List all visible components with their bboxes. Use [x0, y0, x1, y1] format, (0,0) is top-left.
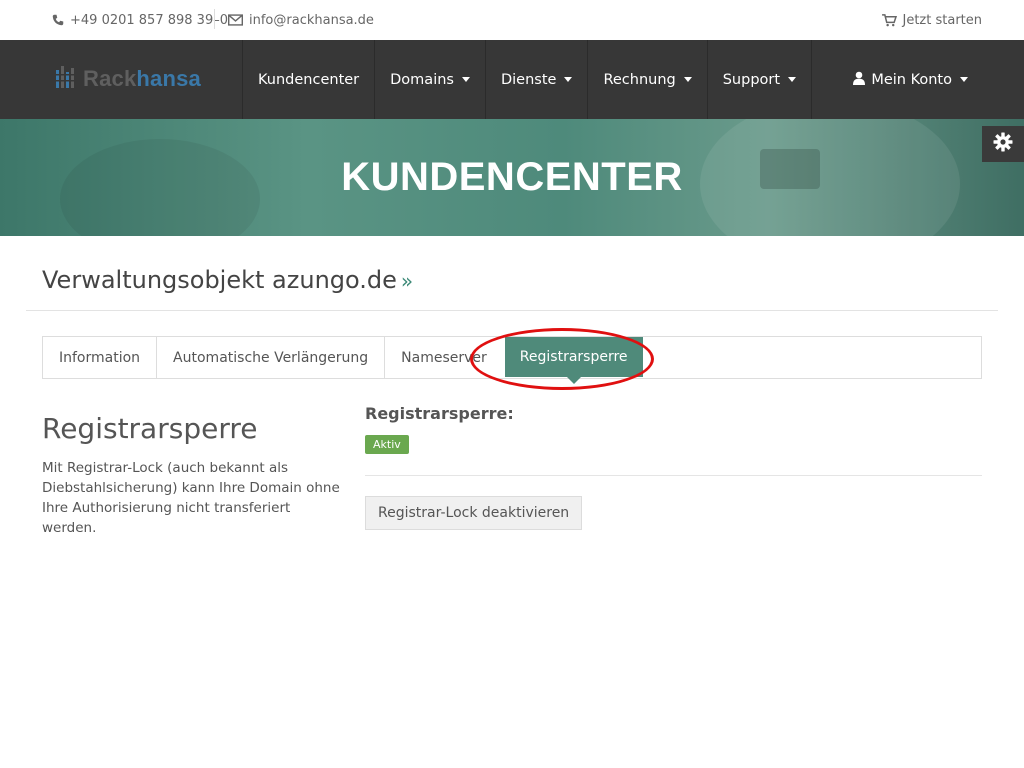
bars-logo-icon — [56, 66, 78, 92]
nav-menu: Kundencenter Domains Dienste Rechnung Su… — [242, 40, 813, 119]
status-label: Registrarsperre: — [365, 404, 514, 423]
divider — [214, 9, 215, 29]
caret-down-icon — [683, 77, 692, 82]
settings-toggle[interactable] — [982, 126, 1024, 162]
section-description: Mit Registrar-Lock (auch bekannt als Die… — [42, 460, 340, 536]
nav-item-dienste[interactable]: Dienste — [486, 40, 589, 119]
page-header-banner: KUNDENCENTER — [0, 119, 1024, 236]
gear-icon — [993, 132, 1013, 156]
deactivate-lock-button[interactable]: Registrar-Lock deaktivieren — [365, 496, 583, 530]
nav-item-kundencenter[interactable]: Kundencenter — [243, 40, 376, 119]
phone-contact[interactable]: +49 0201 857 898 39–0 — [52, 0, 228, 40]
email-contact[interactable]: info@rackhansa.de — [228, 0, 374, 40]
tab-information[interactable]: Information — [43, 337, 158, 378]
logo[interactable]: Rackhansa — [56, 66, 201, 92]
main-navigation: Rackhansa Kundencenter Domains Dienste R… — [0, 40, 1024, 119]
tab-nameserver[interactable]: Nameserver — [385, 337, 487, 378]
cart-label: Jetzt starten — [902, 12, 983, 28]
top-contact-bar: +49 0201 857 898 39–0 info@rackhansa.de … — [0, 0, 1024, 40]
breadcrumb-arrow: » — [400, 269, 414, 293]
phone-icon — [52, 14, 64, 26]
nav-item-support[interactable]: Support — [708, 40, 813, 119]
logo-text: Rackhansa — [83, 66, 201, 91]
nav-item-rechnung[interactable]: Rechnung — [588, 40, 708, 119]
banner-title: KUNDENCENTER — [341, 155, 683, 199]
account-label: Mein Konto — [871, 71, 952, 88]
status-badge: Aktiv — [365, 435, 409, 454]
divider — [365, 475, 982, 476]
email-address: info@rackhansa.de — [249, 12, 374, 28]
nav-item-domains[interactable]: Domains — [375, 40, 486, 119]
caret-down-icon — [564, 77, 573, 82]
caret-down-icon — [960, 77, 968, 82]
caret-down-icon — [788, 77, 797, 82]
section-heading: Registrarsperre — [42, 412, 258, 445]
divider — [26, 310, 998, 311]
cart-icon — [881, 13, 897, 27]
tab-registrarsperre[interactable]: Registrarsperre — [504, 337, 643, 384]
account-menu[interactable]: Mein Konto — [853, 40, 968, 119]
envelope-icon — [228, 14, 243, 26]
phone-number: +49 0201 857 898 39–0 — [70, 12, 228, 28]
tab-automatische-verlaengerung[interactable]: Automatische Verlängerung — [157, 337, 386, 378]
tab-bar: Information Automatische Verlängerung Na… — [42, 336, 982, 384]
user-icon — [853, 71, 866, 89]
cart-link[interactable]: Jetzt starten — [881, 0, 983, 40]
caret-down-icon — [461, 77, 470, 82]
page-title: Verwaltungsobjekt azungo.de» — [42, 266, 414, 294]
